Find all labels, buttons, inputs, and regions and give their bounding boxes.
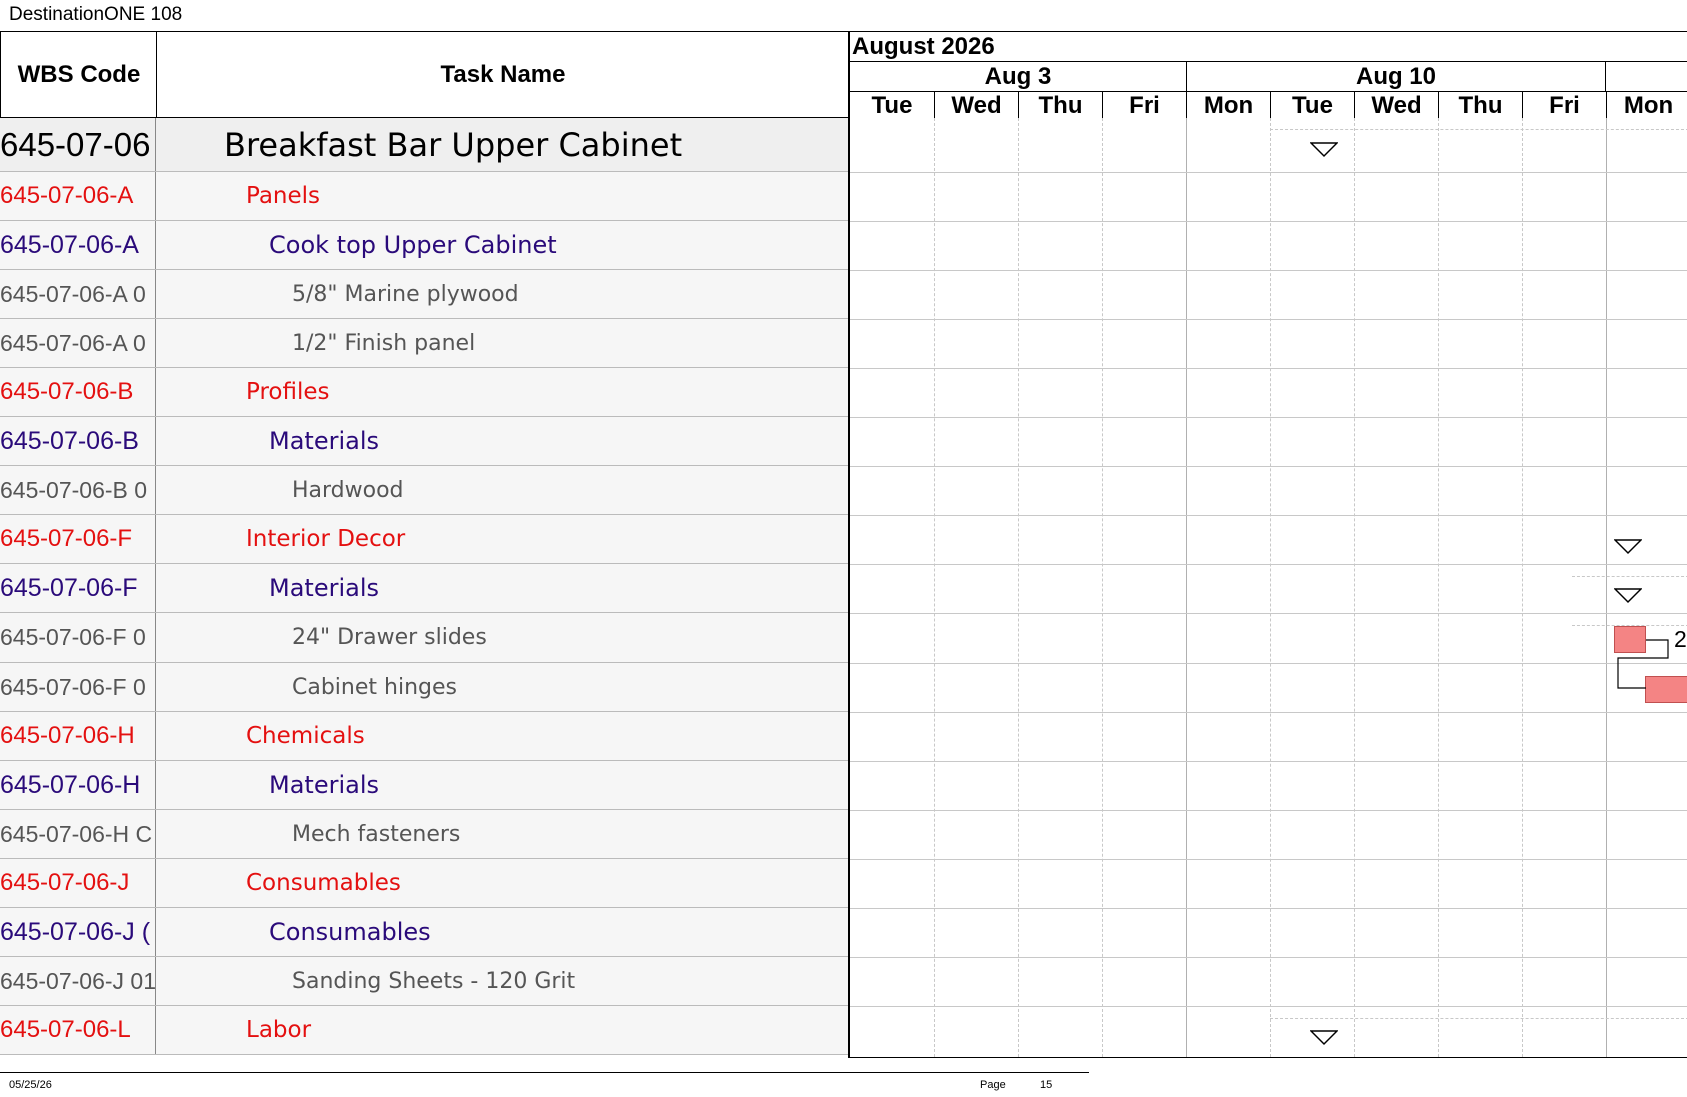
footer-page-label: Page (980, 1079, 1006, 1091)
table-row[interactable]: 645-07-06-A Cook top Upper Cabinet (0, 221, 849, 270)
task-name-cell: Cook top Upper Cabinet (269, 231, 557, 259)
wbs-code-cell: 645-07-06-B (0, 417, 156, 465)
timeline-day: Fri (1102, 92, 1186, 119)
wbs-code-cell: 645-07-06-H C (0, 810, 156, 858)
task-name-cell: Materials (269, 771, 380, 799)
gantt-chart-area[interactable]: 24 (848, 118, 1687, 1058)
wbs-code-cell: 645-07-06-B (0, 368, 156, 416)
wbs-code-cell: 645-07-06-B 0 (0, 466, 156, 514)
timeline-day: Tue (871, 92, 913, 119)
timeline-week (1605, 62, 1687, 91)
table-row[interactable]: 645-07-06-J Consumables (0, 859, 849, 908)
table-row[interactable]: 645-07-06-J ( Consumables (0, 908, 849, 957)
column-header-task[interactable]: Task Name (156, 31, 849, 118)
table-row[interactable]: 645-07-06-L Labor (0, 1006, 849, 1055)
wbs-code-cell: 645-07-06-A 0 (0, 270, 156, 318)
summary-marker-icon[interactable] (1614, 588, 1642, 604)
summary-marker-icon[interactable] (1310, 142, 1338, 158)
bar-label: 24 (1674, 626, 1687, 652)
task-name-cell: Materials (269, 574, 380, 602)
timeline-day: Wed (934, 92, 1018, 119)
summary-marker-icon[interactable] (1614, 539, 1642, 555)
table-row[interactable]: 645-07-06-H C Mech fasteners (0, 810, 849, 859)
wbs-code-cell: 645-07-06-F (0, 564, 156, 612)
timeline-day: Mon (1186, 92, 1270, 119)
task-name-cell: Chemicals (246, 723, 365, 749)
table-row[interactable]: 645-07-06-F Materials (0, 564, 849, 613)
app-title: DestinationONE 108 (9, 4, 183, 25)
table-row[interactable]: 645-07-06-A Panels (0, 172, 849, 221)
task-name-cell: Profiles (246, 379, 330, 405)
table-row[interactable]: 645-07-06-J 01 Sanding Sheets - 120 Grit (0, 957, 849, 1006)
task-name-cell: Consumables (246, 870, 401, 896)
timeline-day: Wed (1354, 92, 1438, 119)
task-name-cell: Cabinet hinges (292, 674, 457, 700)
table-row[interactable]: 645-07-06-B 0 Hardwood (0, 466, 849, 515)
table-row[interactable]: 645-07-06 Breakfast Bar Upper Cabinet (0, 118, 849, 172)
wbs-code-cell: 645-07-06-J ( (0, 908, 156, 956)
task-name-cell: Breakfast Bar Upper Cabinet (224, 125, 683, 164)
timeline-week: Aug 10 (1186, 62, 1605, 91)
task-name-cell: Labor (246, 1017, 312, 1043)
table-row[interactable]: 645-07-06-A 0 5/8" Marine plywood (0, 270, 849, 319)
wbs-code-cell: 645-07-06-L (0, 1006, 156, 1054)
table-row[interactable]: 645-07-06-F Interior Decor (0, 515, 849, 564)
column-header-wbs[interactable]: WBS Code (0, 31, 157, 118)
timeline-day: Thu (1438, 92, 1522, 119)
wbs-code-cell: 645-07-06-H (0, 761, 156, 809)
task-name-cell: 5/8" Marine plywood (292, 281, 519, 307)
wbs-code-cell: 645-07-06-F 0 (0, 663, 156, 711)
task-name-cell: Sanding Sheets - 120 Grit (292, 968, 576, 994)
task-name-cell: Materials (269, 427, 380, 455)
timeline-day: Fri (1522, 92, 1606, 119)
wbs-code-cell: 645-07-06-F 0 (0, 613, 156, 662)
task-name-cell: Consumables (269, 918, 431, 946)
table-row[interactable]: 645-07-06-B Profiles (0, 368, 849, 417)
timeline-week: Aug 3 (984, 63, 1052, 90)
task-name-cell: Hardwood (292, 477, 404, 503)
timeline-header: August 2026 Aug 3 Aug 10 Tue Wed Thu Fri Mon… (848, 31, 1687, 119)
timeline-day: Tue (1270, 92, 1354, 119)
task-name-cell: Mech fasteners (292, 821, 461, 847)
task-name-cell: 24" Drawer slides (292, 625, 487, 650)
wbs-code-cell: 645-07-06-A 0 (0, 319, 156, 367)
wbs-code-cell: 645-07-06 (0, 118, 156, 171)
footer-page-number: 15 (1040, 1079, 1053, 1091)
summary-marker-icon[interactable] (1310, 1030, 1338, 1046)
task-name-cell: 1/2" Finish panel (292, 330, 476, 356)
wbs-code-cell: 645-07-06-H (0, 712, 156, 760)
timeline-day: Mon (1606, 92, 1687, 119)
task-name-cell: Interior Decor (246, 526, 406, 552)
table-row[interactable]: 645-07-06-H Chemicals (0, 712, 849, 761)
table-row[interactable]: 645-07-06-F 0 24" Drawer slides (0, 613, 849, 663)
table-row[interactable]: 645-07-06-B Materials (0, 417, 849, 466)
wbs-code-cell: 645-07-06-F (0, 515, 156, 563)
footer-date: 05/25/26 (9, 1079, 52, 1091)
timeline-month: August 2026 (852, 33, 995, 60)
wbs-code-cell: 645-07-06-J 01 (0, 957, 156, 1005)
table-row[interactable]: 645-07-06-A 0 1/2" Finish panel (0, 319, 849, 368)
wbs-code-cell: 645-07-06-J (0, 859, 156, 907)
table-row[interactable]: 645-07-06-H Materials (0, 761, 849, 810)
task-name-cell: Panels (246, 183, 321, 209)
wbs-code-cell: 645-07-06-A (0, 172, 156, 220)
timeline-day: Thu (1018, 92, 1102, 119)
wbs-code-cell: 645-07-06-A (0, 221, 156, 269)
table-row[interactable]: 645-07-06-F 0 Cabinet hinges (0, 663, 849, 712)
